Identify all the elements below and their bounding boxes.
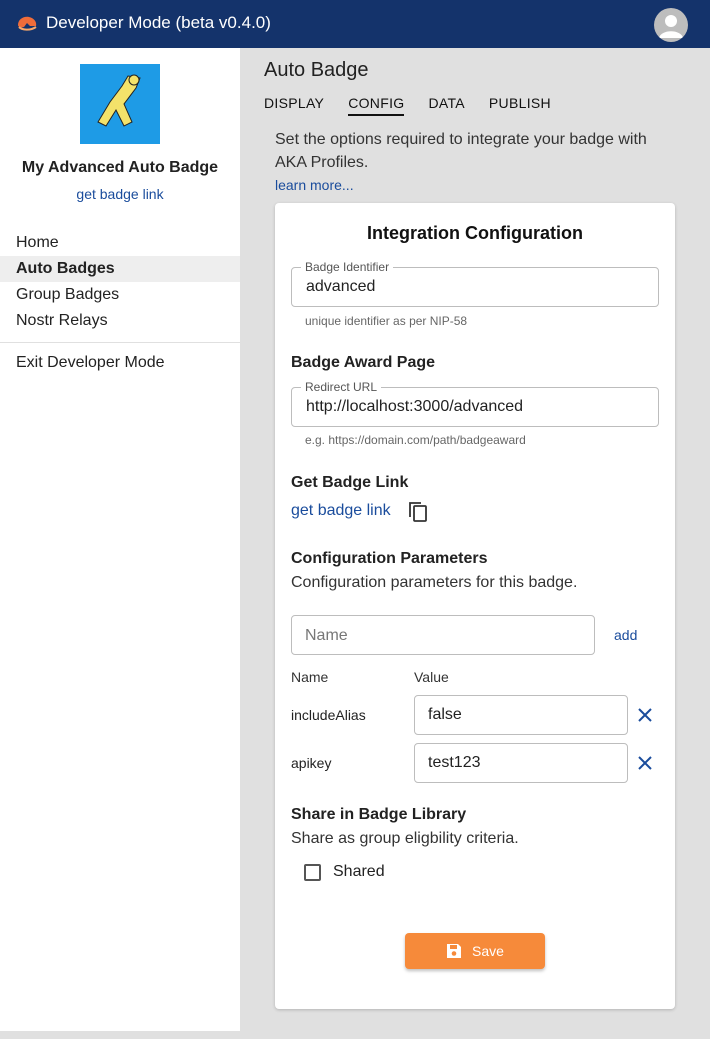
shared-checkbox-label[interactable]: Shared (333, 863, 385, 881)
sidebar-item-nostr-relays[interactable]: Nostr Relays (0, 308, 240, 334)
badge-identifier-value: advanced (306, 278, 376, 295)
add-param-button[interactable]: add (614, 627, 637, 643)
remove-param-close-icon[interactable] (636, 706, 654, 724)
save-icon (447, 944, 462, 958)
shared-checkbox[interactable] (304, 864, 321, 881)
user-avatar-icon[interactable] (654, 8, 688, 42)
badge-image (80, 64, 160, 144)
integration-config-card: Integration Configuration Badge Identifi… (275, 203, 675, 1009)
tab-display[interactable]: DISPLAY (264, 95, 324, 116)
config-params-description: Configuration parameters for this badge. (291, 574, 578, 591)
share-library-description: Share as group eligbility criteria. (291, 830, 519, 847)
param-name-input[interactable]: Name (291, 615, 595, 655)
sidebar-item-group-badges[interactable]: Group Badges (0, 282, 240, 308)
param-col-name: Name (291, 669, 329, 685)
param-name-placeholder: Name (305, 627, 348, 644)
tab-publish[interactable]: PUBLISH (489, 95, 551, 116)
share-library-heading: Share in Badge Library (291, 806, 467, 823)
page-title: Auto Badge (264, 59, 369, 81)
redirect-url-helper: e.g. https://domain.com/path/badgeaward (305, 433, 526, 447)
param-row-name: apikey (291, 755, 332, 771)
tab-data[interactable]: DATA (428, 95, 464, 116)
badge-identifier-label: Badge Identifier (301, 260, 394, 274)
tab-bar: DISPLAY CONFIG DATA PUBLISH (264, 95, 575, 116)
badge-identifier-helper: unique identifier as per NIP-58 (305, 314, 468, 328)
sidebar-divider (0, 342, 240, 343)
badge-name: My Advanced Auto Badge (21, 159, 219, 176)
redirect-url-field[interactable]: Redirect URL http://localhost:3000/advan… (291, 380, 659, 427)
get-badge-link[interactable]: get badge link (291, 502, 391, 520)
sidebar-item-auto-badges[interactable]: Auto Badges (0, 256, 240, 282)
sidebar-item-exit-developer-mode[interactable]: Exit Developer Mode (16, 354, 165, 372)
badge-award-page-heading: Badge Award Page (291, 354, 436, 371)
param-col-value: Value (414, 669, 449, 685)
app-title: Developer Mode (beta v0.4.0) (46, 13, 271, 32)
copy-icon[interactable] (408, 501, 428, 523)
sidebar-item-home[interactable]: Home (0, 230, 240, 256)
config-params-heading: Configuration Parameters (291, 550, 488, 567)
sidebar-nav: Home Auto Badges Group Badges Nostr Rela… (0, 230, 240, 334)
sidebar-get-badge-link[interactable]: get badge link (0, 186, 240, 202)
get-badge-link-heading: Get Badge Link (291, 474, 409, 491)
learn-more-link[interactable]: learn more... (275, 177, 354, 193)
tab-config[interactable]: CONFIG (348, 95, 405, 116)
param-value-text: false (428, 706, 462, 723)
app-bar: Developer Mode (beta v0.4.0) (0, 0, 710, 48)
sidebar: My Advanced Auto Badge get badge link Ho… (0, 48, 240, 1031)
badge-identifier-field[interactable]: Badge Identifier advanced (291, 260, 659, 307)
save-button[interactable]: Save (405, 933, 545, 969)
param-value-input[interactable]: test123 (414, 743, 628, 783)
redirect-url-label: Redirect URL (301, 380, 382, 394)
redirect-url-value: http://localhost:3000/advanced (306, 398, 524, 415)
save-button-label: Save (472, 943, 504, 959)
param-value-text: test123 (428, 754, 481, 771)
config-intro-text: Set the options required to integrate yo… (275, 131, 647, 171)
remove-param-close-icon[interactable] (636, 754, 654, 772)
card-title: Integration Configuration (367, 223, 583, 243)
app-logo-icon (18, 16, 37, 31)
param-row-name: includeAlias (291, 707, 366, 723)
param-value-input[interactable]: false (414, 695, 628, 735)
